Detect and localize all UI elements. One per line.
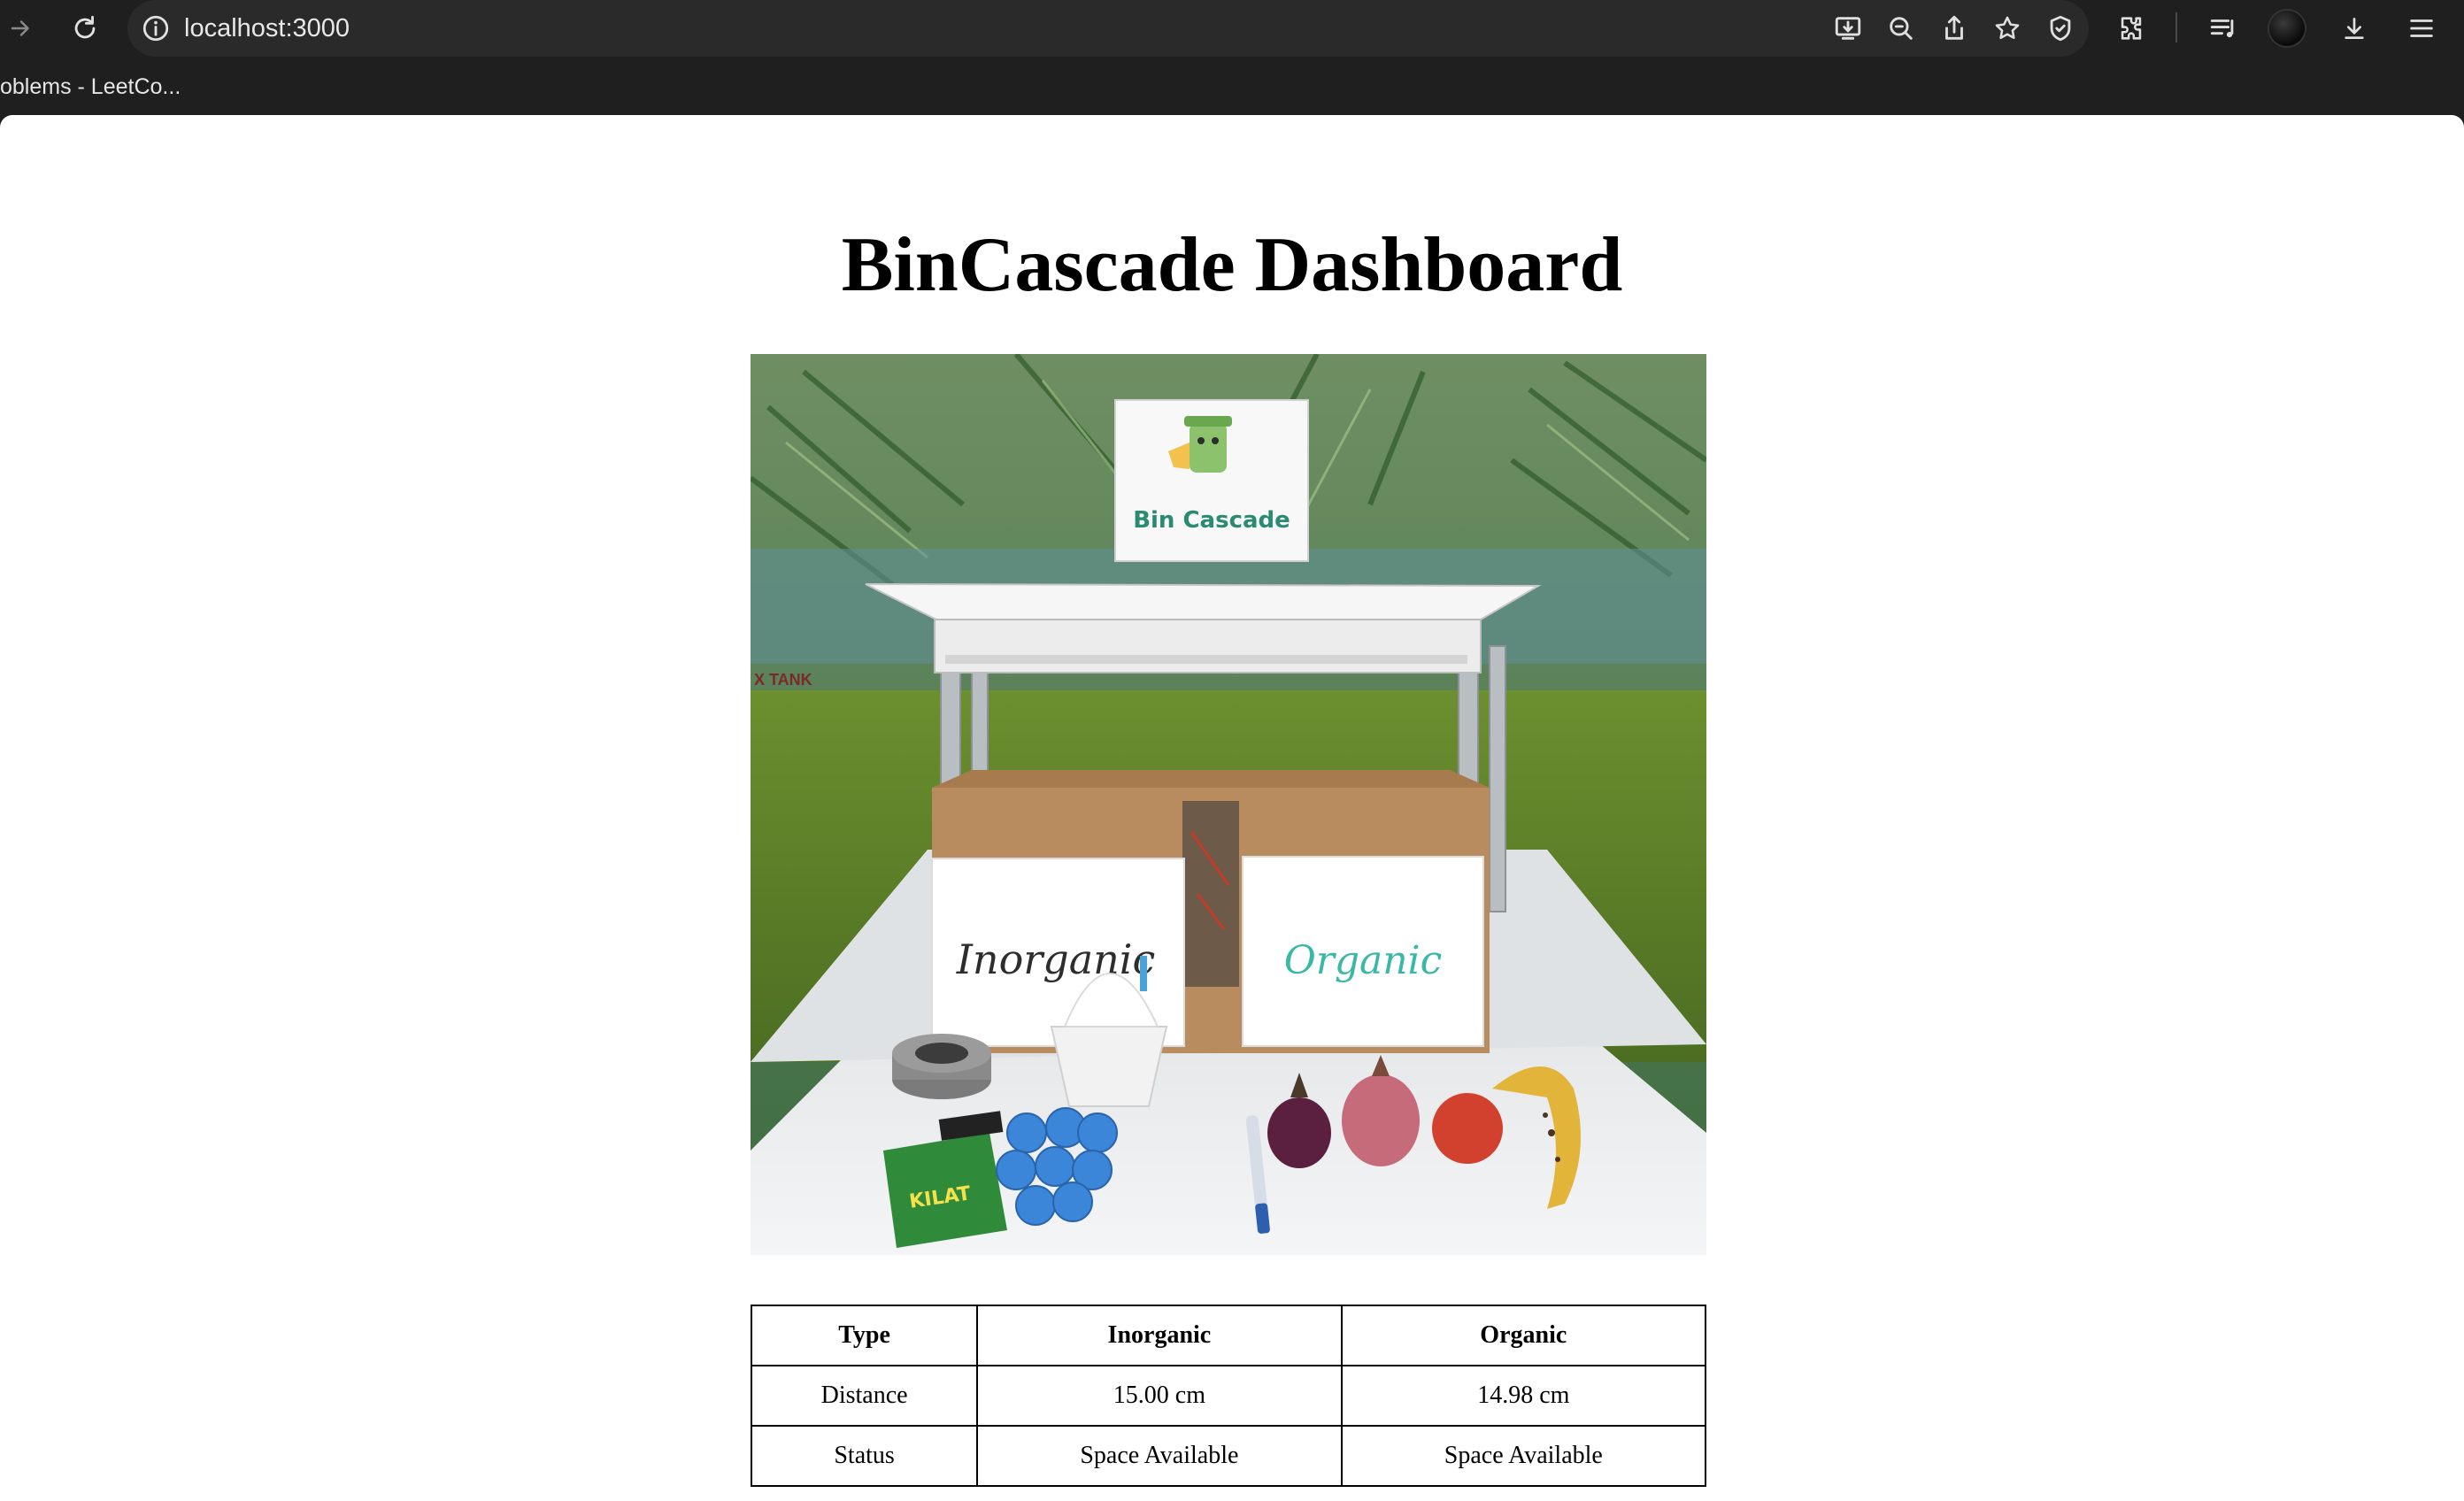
- extensions-icon[interactable]: [2114, 11, 2149, 46]
- shield-icon[interactable]: [2043, 11, 2078, 46]
- reload-icon[interactable]: [64, 7, 106, 50]
- bookmark-leetcode[interactable]: oblems - LeetCo...: [0, 57, 181, 117]
- duct-tape-item: [892, 1034, 991, 1099]
- header-inorganic: Inorganic: [976, 1305, 1343, 1366]
- bin-status-table-wrapper: Type Inorganic Organic Distance 15.00 cm…: [750, 1305, 1707, 1487]
- bookmark-star-icon[interactable]: [1990, 11, 2025, 46]
- browser-toolbar: localhost:3000: [0, 0, 2464, 57]
- site-info-icon[interactable]: [138, 11, 173, 46]
- profile-avatar[interactable]: [2269, 11, 2305, 46]
- menu-icon[interactable]: [2404, 11, 2439, 46]
- address-bar[interactable]: localhost:3000: [127, 0, 2089, 57]
- table-row-distance: Distance 15.00 cm 14.98 cm: [750, 1365, 1707, 1427]
- cell-status-label: Status: [750, 1425, 979, 1487]
- page-content: BinCascade Dashboard X TANK Bin Cascade …: [0, 115, 2464, 1501]
- inorganic-bin-label: Inorganic: [956, 935, 1155, 983]
- table-row-status: Status Space Available Space Available: [750, 1425, 1707, 1487]
- header-organic: Organic: [1340, 1305, 1707, 1366]
- reading-list-icon[interactable]: [2206, 11, 2241, 46]
- url-text[interactable]: localhost:3000: [184, 0, 350, 57]
- cell-inorganic-status: Space Available: [976, 1425, 1343, 1487]
- table-header-row: Type Inorganic Organic: [750, 1305, 1707, 1366]
- background-sign-text: X TANK: [754, 671, 812, 689]
- forward-icon[interactable]: [0, 7, 42, 50]
- share-icon[interactable]: [1937, 11, 1972, 46]
- cell-organic-status: Space Available: [1340, 1425, 1707, 1487]
- page-title: BinCascade Dashboard: [841, 222, 1623, 308]
- bin-cascade-photo: X TANK Bin Cascade Inorganic Organic KIL…: [751, 354, 1706, 1255]
- bin-status-table: Type Inorganic Organic Distance 15.00 cm…: [750, 1305, 1707, 1487]
- cell-organic-distance: 14.98 cm: [1340, 1365, 1707, 1427]
- install-app-icon[interactable]: [1830, 11, 1866, 46]
- bin-cascade-sign-text: Bin Cascade: [1133, 507, 1290, 534]
- header-type: Type: [750, 1305, 979, 1366]
- zoom-out-icon[interactable]: [1883, 11, 1919, 46]
- downloads-icon[interactable]: [2337, 11, 2372, 46]
- cell-distance-label: Distance: [750, 1365, 979, 1427]
- toolbar-divider: [2175, 12, 2177, 42]
- cell-inorganic-distance: 15.00 cm: [976, 1365, 1343, 1427]
- bookmarks-bar: oblems - LeetCo...: [0, 57, 2464, 115]
- organic-bin-label: Organic: [1284, 938, 1443, 983]
